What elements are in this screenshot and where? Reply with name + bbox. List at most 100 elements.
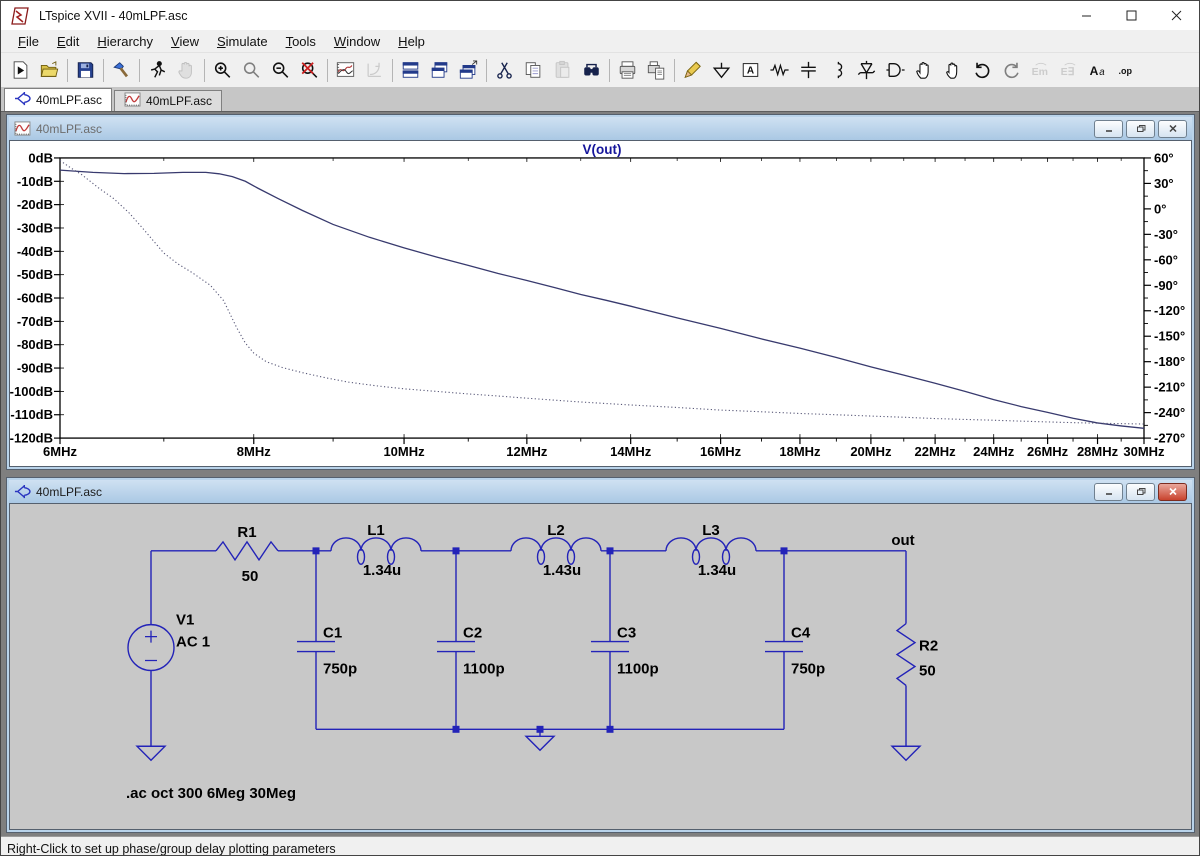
place-resistor-button[interactable] bbox=[765, 56, 794, 84]
menu-window[interactable]: Window bbox=[325, 32, 389, 51]
toolbar-separator bbox=[67, 58, 68, 82]
save-button[interactable] bbox=[71, 56, 100, 84]
inductor-L1-symbol[interactable] bbox=[330, 537, 422, 551]
tile-vertical-button[interactable] bbox=[425, 56, 454, 84]
mirror-button[interactable]: Em bbox=[1026, 56, 1055, 84]
zoom-back-button[interactable] bbox=[237, 56, 266, 84]
component-value[interactable]: 1100p bbox=[617, 660, 659, 677]
component-value[interactable]: 750p bbox=[323, 660, 357, 677]
drag-button[interactable] bbox=[910, 56, 939, 84]
waveform-close-button[interactable] bbox=[1158, 119, 1187, 138]
window-minimize-button[interactable] bbox=[1064, 1, 1109, 30]
component-value[interactable]: 1100p bbox=[463, 660, 505, 677]
ground-symbol[interactable] bbox=[135, 745, 167, 762]
place-text-button[interactable]: Aa bbox=[1084, 56, 1113, 84]
ground-symbol[interactable] bbox=[524, 735, 556, 752]
component-label[interactable]: R2 bbox=[919, 638, 938, 655]
window-close-button[interactable] bbox=[1154, 1, 1199, 30]
pan-plot-button[interactable] bbox=[360, 56, 389, 84]
place-net-label-button[interactable]: A bbox=[736, 56, 765, 84]
zoom-in-button[interactable] bbox=[208, 56, 237, 84]
paste-button[interactable] bbox=[548, 56, 577, 84]
capacitor-C1-symbol[interactable] bbox=[297, 640, 335, 653]
place-inductor-button[interactable] bbox=[823, 56, 852, 84]
component-value[interactable]: AC 1 bbox=[176, 634, 210, 651]
waveform-restore-button[interactable] bbox=[1126, 119, 1155, 138]
component-value[interactable]: 1.43u bbox=[543, 562, 581, 579]
print-button[interactable] bbox=[613, 56, 642, 84]
component-label[interactable]: C4 bbox=[791, 625, 811, 642]
menu-help[interactable]: Help bbox=[389, 32, 434, 51]
new-schematic-button[interactable] bbox=[6, 56, 35, 84]
cut-button[interactable] bbox=[490, 56, 519, 84]
spice-directive-text[interactable]: .ac oct 300 6Meg 30Meg bbox=[126, 785, 296, 802]
schematic-canvas[interactable]: V1 AC 1 R1 50 L1 1.34u L2 1.43u L3 1.34u… bbox=[10, 504, 1191, 829]
component-value[interactable]: 1.34u bbox=[363, 562, 401, 579]
copy-button[interactable] bbox=[519, 56, 548, 84]
net-label-out[interactable]: out bbox=[891, 532, 914, 549]
control-panel-button[interactable] bbox=[107, 56, 136, 84]
place-ground-button[interactable] bbox=[707, 56, 736, 84]
component-label[interactable]: R1 bbox=[237, 524, 256, 541]
capacitor-C3-symbol[interactable] bbox=[591, 640, 629, 653]
menu-edit[interactable]: Edit bbox=[48, 32, 88, 51]
waveform-minimize-button[interactable] bbox=[1094, 119, 1123, 138]
tab-waveform[interactable]: 40mLPF.asc bbox=[114, 90, 223, 111]
spice-directive-button[interactable]: .op bbox=[1113, 56, 1142, 84]
wire[interactable] bbox=[150, 550, 907, 747]
resistor-R1-symbol[interactable] bbox=[215, 540, 279, 562]
component-value[interactable]: 50 bbox=[242, 568, 259, 585]
component-label[interactable]: L1 bbox=[367, 522, 384, 539]
menu-hierarchy[interactable]: Hierarchy bbox=[88, 32, 162, 51]
inductor-L3-symbol[interactable] bbox=[665, 537, 757, 551]
run-button[interactable] bbox=[143, 56, 172, 84]
component-value[interactable]: 50 bbox=[919, 662, 936, 679]
component-label[interactable]: V1 bbox=[176, 612, 194, 629]
tab-schematic[interactable]: 40mLPF.asc bbox=[4, 88, 113, 111]
capacitor-C4-symbol[interactable] bbox=[765, 640, 803, 653]
component-label[interactable]: C3 bbox=[617, 625, 636, 642]
zoom-out-button[interactable] bbox=[266, 56, 295, 84]
open-button[interactable] bbox=[35, 56, 64, 84]
component-label[interactable]: C2 bbox=[463, 625, 482, 642]
waveform-window-titlebar[interactable]: 40mLPF.asc bbox=[9, 117, 1192, 140]
component-label[interactable]: C1 bbox=[323, 625, 342, 642]
cascade-windows-button[interactable] bbox=[454, 56, 483, 84]
schematic-window-titlebar[interactable]: 40mLPF.asc bbox=[9, 480, 1192, 503]
find-button[interactable] bbox=[577, 56, 606, 84]
waveform-plot[interactable]: V(out) 0dB -10dB -20dB -30dB -40dB -50dB -60dB -… bbox=[10, 141, 1191, 466]
place-component-button[interactable] bbox=[881, 56, 910, 84]
zoom-full-button[interactable] bbox=[295, 56, 324, 84]
schematic-close-button[interactable] bbox=[1158, 482, 1187, 501]
component-label[interactable]: L3 bbox=[702, 522, 719, 539]
capacitor-C2-symbol[interactable] bbox=[437, 640, 475, 653]
component-label[interactable]: L2 bbox=[547, 522, 564, 539]
component-value[interactable]: 1.34u bbox=[698, 562, 736, 579]
autorange-button[interactable] bbox=[331, 56, 360, 84]
redo-button[interactable] bbox=[997, 56, 1026, 84]
window-maximize-button[interactable] bbox=[1109, 1, 1154, 30]
menu-tools[interactable]: Tools bbox=[277, 32, 325, 51]
halt-button[interactable] bbox=[172, 56, 201, 84]
menu-view[interactable]: View bbox=[162, 32, 208, 51]
rotate-button[interactable]: E∃ bbox=[1055, 56, 1084, 84]
tile-horizontal-button[interactable] bbox=[396, 56, 425, 84]
component-value[interactable]: 750p bbox=[791, 660, 825, 677]
draw-wire-button[interactable] bbox=[678, 56, 707, 84]
resistor-R2-symbol[interactable] bbox=[895, 623, 917, 686]
menu-simulate[interactable]: Simulate bbox=[208, 32, 277, 51]
inductor-L2-symbol[interactable] bbox=[510, 537, 602, 551]
undo-button[interactable] bbox=[968, 56, 997, 84]
schematic-restore-button[interactable] bbox=[1126, 482, 1155, 501]
menu-file[interactable]: File bbox=[9, 32, 48, 51]
print-icon bbox=[619, 61, 636, 79]
print-preview-button[interactable] bbox=[642, 56, 671, 84]
ground-symbol[interactable] bbox=[890, 745, 922, 762]
schematic-minimize-button[interactable] bbox=[1094, 482, 1123, 501]
place-capacitor-button[interactable] bbox=[794, 56, 823, 84]
place-diode-button[interactable] bbox=[852, 56, 881, 84]
move-button[interactable] bbox=[939, 56, 968, 84]
y-right-tick-label: -150° bbox=[1154, 329, 1185, 344]
y-right-tick-label: 0° bbox=[1154, 201, 1166, 216]
x-tick-label: 26MHz bbox=[1027, 444, 1069, 459]
